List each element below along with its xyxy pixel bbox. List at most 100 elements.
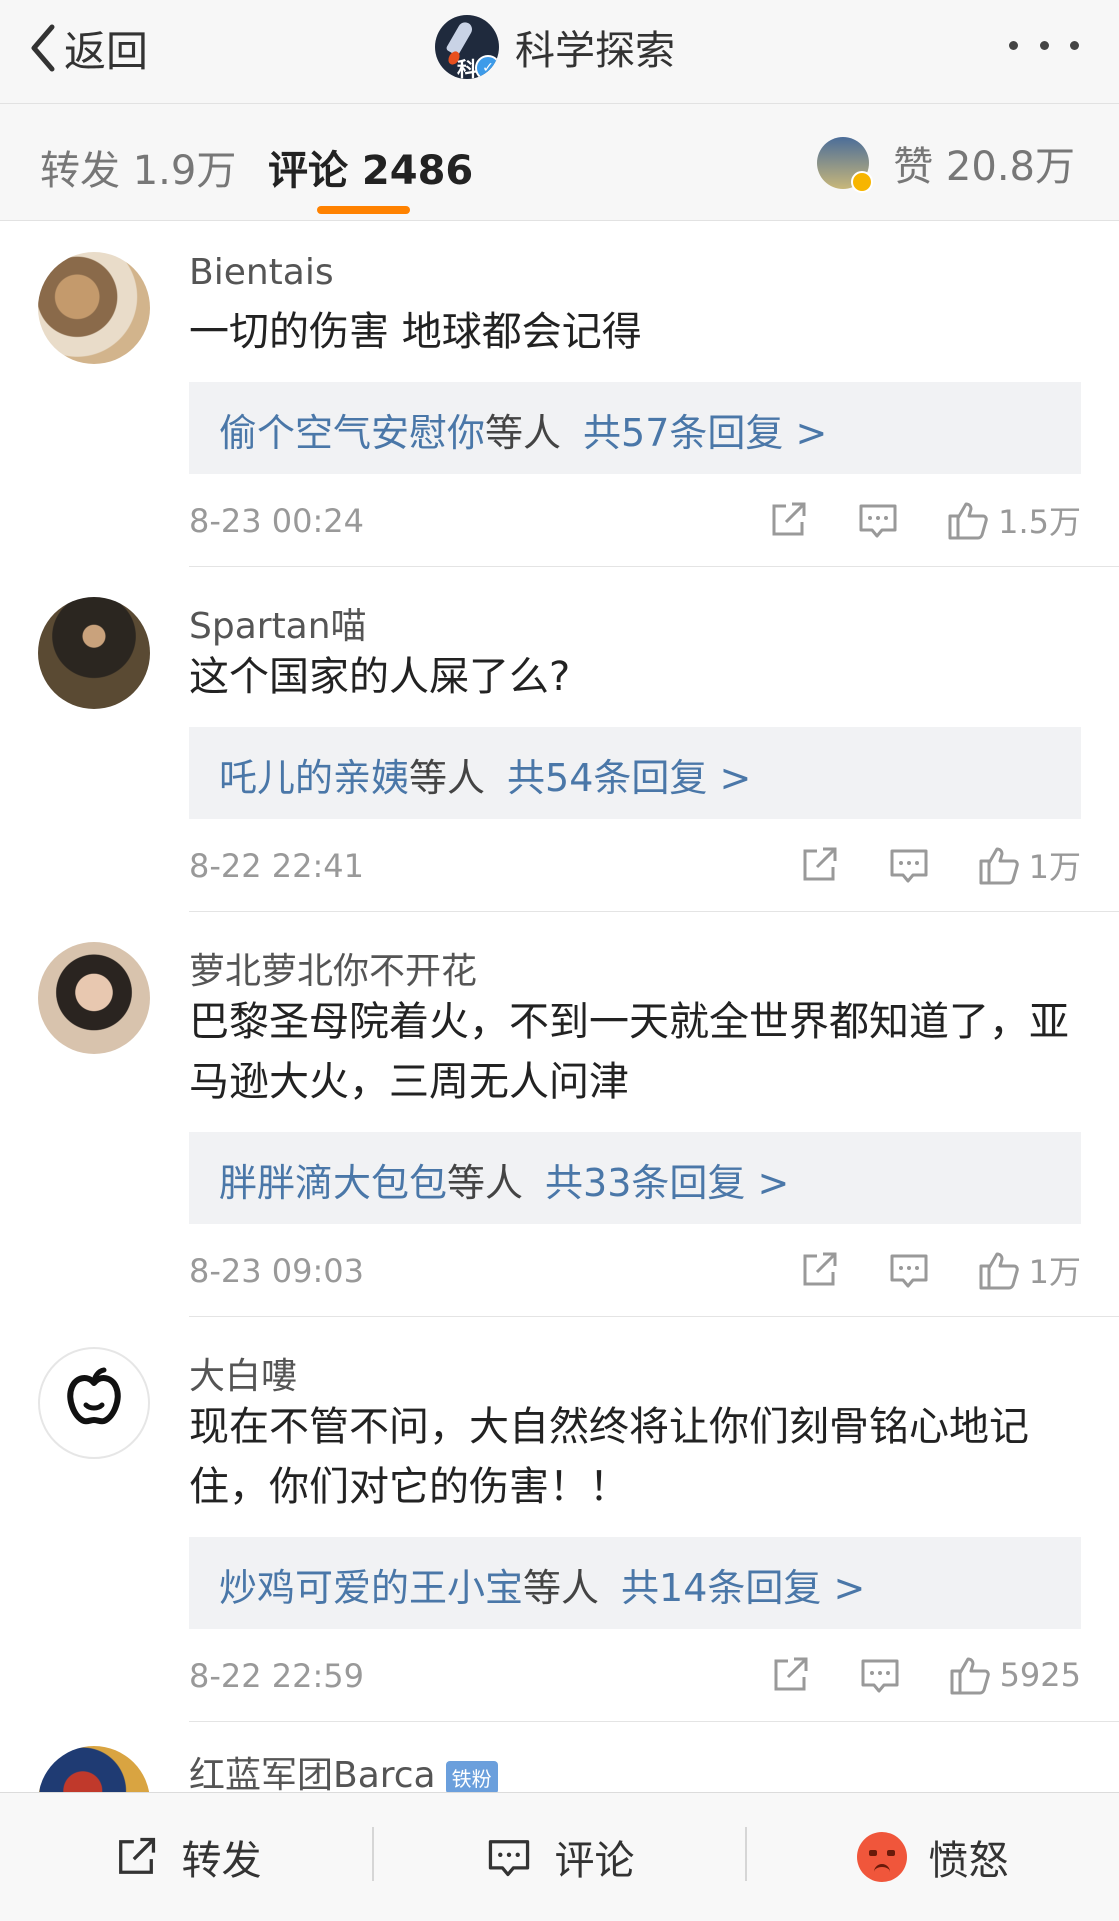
avatar[interactable] <box>38 1746 150 1792</box>
comment-time: 8-23 09:03 <box>189 1252 365 1290</box>
comment-time: 8-22 22:59 <box>189 1657 365 1695</box>
share-icon <box>803 1252 837 1286</box>
reply-users: 吒儿的亲姨 <box>219 756 410 800</box>
reply-suffix: 等人 <box>523 1566 600 1610</box>
comment-item: 大白嘍 现在不管不问，大自然终将让你们刻骨铭心地记住，你们对它的伤害！！ 炒鸡可… <box>0 1317 1119 1722</box>
comment-text: 这个国家的人屎了么? <box>189 654 571 700</box>
like-count: 5925 <box>999 1656 1081 1694</box>
replies-preview[interactable]: 炒鸡可爱的王小宝等人 共14条回复 > <box>189 1537 1081 1629</box>
reply-count: 共54条回复 > <box>507 756 752 800</box>
comment-username[interactable]: 萝北萝北你不开花 <box>189 942 477 994</box>
share-button[interactable] <box>768 1653 812 1697</box>
account-title[interactable]: 科 ✓ 科学探索 <box>435 12 675 82</box>
avatar[interactable] <box>38 942 150 1054</box>
share-icon <box>803 847 837 881</box>
reply-suffix: 等人 <box>485 411 562 455</box>
comment-actions: 1万 <box>751 1248 1081 1292</box>
reply-button[interactable] <box>887 843 931 887</box>
account-name: 科学探索 <box>515 28 675 74</box>
comment-label: 评论 <box>554 1838 635 1884</box>
reply-button[interactable] <box>856 498 900 542</box>
thumbs-up-icon <box>979 1252 1019 1290</box>
comment-item: Bientais 一切的伤害 地球都会记得 偷个空气安慰你等人 共57条回复 > … <box>0 222 1119 567</box>
reply-users: 炒鸡可爱的王小宝 <box>219 1566 524 1610</box>
separator <box>745 1827 747 1881</box>
comment-icon <box>861 1659 899 1693</box>
reply-count: 共57条回复 > <box>583 411 828 455</box>
top-nav-bar: 返回 科 ✓ 科学探索 <box>0 0 1119 104</box>
share-icon <box>118 1837 155 1874</box>
comment-text: 巴黎圣母院着火，不到一天就全世界都知道了，亚马逊大火，三周无人问津 <box>189 999 1069 1105</box>
angry-face-icon <box>856 1832 907 1882</box>
like-count: 1万 <box>1028 1253 1081 1291</box>
comment-time: 8-23 00:24 <box>189 502 365 540</box>
comment-item: 萝北萝北你不开花 巴黎圣母院着火，不到一天就全世界都知道了，亚马逊大火，三周无人… <box>0 912 1119 1317</box>
repost-button[interactable]: 转发 <box>0 1793 373 1921</box>
comment-actions: 5925 <box>722 1653 1081 1697</box>
thumbs-up-icon <box>950 1657 990 1695</box>
comment-time: 8-22 22:41 <box>189 847 365 885</box>
tab-repost[interactable]: 转发 1.9万 <box>40 138 236 196</box>
repost-label: 转发 <box>181 1838 262 1884</box>
reaction-label: 愤怒 <box>928 1838 1009 1884</box>
like-button[interactable]: 1万 <box>977 842 1081 888</box>
share-icon <box>772 502 806 536</box>
like-count: 1.5万 <box>998 503 1081 541</box>
reply-suffix: 等人 <box>409 756 486 800</box>
reaction-button[interactable]: 愤怒 <box>746 1793 1119 1921</box>
like-button[interactable]: 5925 <box>948 1653 1081 1697</box>
comment-item: Spartan喵 这个国家的人屎了么? 吒儿的亲姨等人 共54条回复 > 8-22… <box>0 567 1119 912</box>
comment-icon <box>890 849 928 883</box>
reply-suffix: 等人 <box>447 1161 524 1205</box>
back-button[interactable]: 返回 <box>28 18 148 78</box>
share-button[interactable] <box>797 1248 841 1292</box>
comment-text: 一切的伤害 地球都会记得 <box>189 309 642 355</box>
comment-icon <box>859 504 897 538</box>
tab-comments[interactable]: 评论 2486 <box>268 138 473 196</box>
account-logo: 科 ✓ <box>435 15 499 79</box>
comment-username[interactable]: 红蓝军团Barca 铁粉 <box>189 1746 498 1792</box>
reply-button[interactable] <box>858 1653 902 1697</box>
bottom-action-bar: 转发 评论 愤怒 <box>0 1792 1119 1921</box>
tab-likes[interactable]: 赞 20.8万 <box>817 134 1075 193</box>
like-button[interactable]: 1.5万 <box>946 497 1081 543</box>
comment-item: 红蓝军团Barca 铁粉 <box>0 1722 1119 1792</box>
like-count: 1万 <box>1028 848 1081 886</box>
thumbs-up-icon <box>979 847 1019 885</box>
replies-preview[interactable]: 胖胖滴大包包等人 共33条回复 > <box>189 1132 1081 1224</box>
share-button[interactable] <box>797 843 841 887</box>
comment-icon <box>488 1840 529 1877</box>
comment-username[interactable]: Bientais <box>189 252 334 293</box>
more-options-icon[interactable] <box>1009 30 1079 60</box>
reply-users: 偷个空气安慰你 <box>219 411 486 455</box>
apple-logo-icon <box>67 1367 121 1425</box>
liker-avatar <box>817 137 874 193</box>
verified-icon: ✓ <box>475 55 499 79</box>
like-button[interactable]: 1万 <box>977 1247 1081 1293</box>
comment-username[interactable]: Spartan喵 <box>189 597 367 649</box>
replies-preview[interactable]: 吒儿的亲姨等人 共54条回复 > <box>189 727 1081 819</box>
comment-button[interactable]: 评论 <box>373 1793 746 1921</box>
active-tab-indicator <box>317 206 410 214</box>
vip-badge-icon <box>851 171 874 193</box>
thumbs-up-icon <box>948 502 988 540</box>
tab-bar: 转发 1.9万 评论 2486 赞 20.8万 <box>0 104 1119 221</box>
avatar[interactable] <box>38 252 150 364</box>
reply-users: 胖胖滴大包包 <box>219 1161 448 1205</box>
reply-button[interactable] <box>887 1248 931 1292</box>
avatar[interactable] <box>38 597 150 709</box>
comment-icon <box>890 1254 928 1288</box>
replies-preview[interactable]: 偷个空气安慰你等人 共57条回复 > <box>189 382 1081 474</box>
chevron-left-icon <box>31 24 55 72</box>
reply-count: 共14条回复 > <box>621 1566 866 1610</box>
comment-actions: 1.5万 <box>720 498 1081 542</box>
reply-count: 共33条回复 > <box>545 1161 790 1205</box>
username-text: 红蓝军团Barca <box>189 1755 436 1792</box>
avatar[interactable] <box>38 1347 150 1459</box>
share-button[interactable] <box>766 498 810 542</box>
comment-text: 现在不管不问，大自然终将让你们刻骨铭心地记住，你们对它的伤害！！ <box>189 1404 1029 1510</box>
comment-actions: 1万 <box>751 843 1081 887</box>
separator <box>372 1827 374 1881</box>
likes-label: 赞 20.8万 <box>893 144 1075 190</box>
comment-username[interactable]: 大白嘍 <box>189 1347 297 1399</box>
